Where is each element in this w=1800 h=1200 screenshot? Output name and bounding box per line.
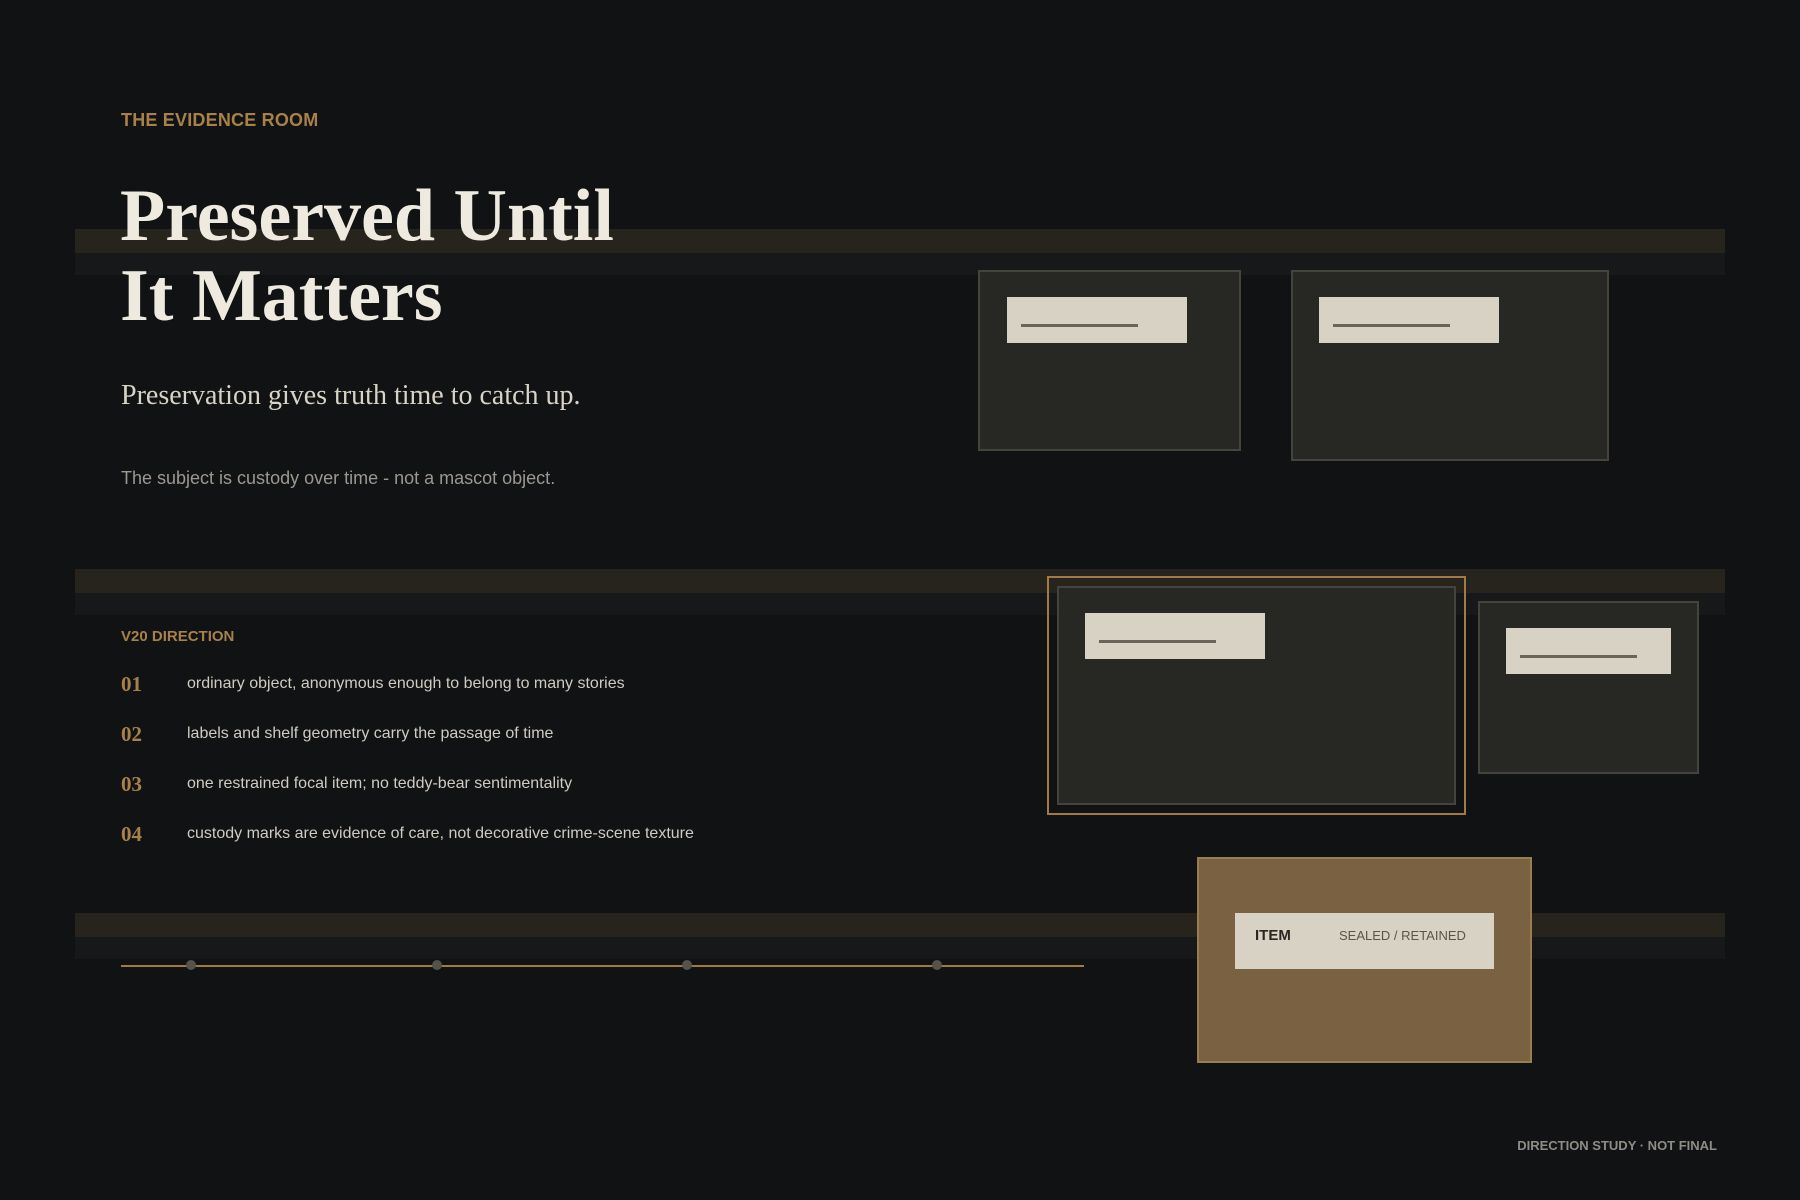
label-line <box>1099 640 1216 643</box>
direction-item-number: 03 <box>121 772 142 796</box>
page: THE EVIDENCE ROOM Preserved Until It Mat… <box>0 0 1800 1200</box>
box-label-blank <box>1319 297 1499 343</box>
timeline <box>121 960 1084 970</box>
evidence-tag: ITEM SEALED / RETAINED <box>1235 913 1494 969</box>
subject-note: The subject is custody over time - not a… <box>121 468 556 488</box>
box-label-blank <box>1506 628 1671 674</box>
footer-note: DIRECTION STUDY · NOT FINAL <box>1517 1138 1717 1153</box>
box-label-blank <box>1085 613 1265 659</box>
direction-label: V20 DIRECTION <box>121 628 235 645</box>
evidence-tag-item: ITEM <box>1255 927 1291 944</box>
page-title-line-2: It Matters <box>120 255 443 337</box>
shelf-box <box>1478 601 1699 774</box>
subtitle: Preservation gives truth time to catch u… <box>121 380 581 411</box>
direction-item-number: 02 <box>121 722 142 746</box>
direction-item-text: labels and shelf geometry carry the pass… <box>187 725 554 742</box>
label-line <box>1021 324 1138 327</box>
evidence-tag-status: SEALED / RETAINED <box>1339 928 1466 943</box>
timeline-marker <box>682 960 692 970</box>
focal-box <box>1057 586 1456 805</box>
label-line <box>1520 655 1637 658</box>
timeline-marker <box>186 960 196 970</box>
label-line <box>1333 324 1450 327</box>
direction-item-number: 04 <box>121 822 142 846</box>
evidence-card: ITEM SEALED / RETAINED <box>1197 857 1532 1063</box>
page-title-line-1: Preserved Until <box>120 175 614 257</box>
box-label-blank <box>1007 297 1187 343</box>
direction-item-text: custody marks are evidence of care, not … <box>187 825 694 842</box>
timeline-marker <box>932 960 942 970</box>
page-title: Preserved Until It Matters <box>120 176 614 336</box>
eyebrow-label: THE EVIDENCE ROOM <box>121 110 319 130</box>
direction-item-text: one restrained focal item; no teddy-bear… <box>187 775 573 792</box>
timeline-marker <box>432 960 442 970</box>
shelf-box <box>978 270 1241 451</box>
direction-item-text: ordinary object, anonymous enough to bel… <box>187 675 625 692</box>
shelf-box <box>1291 270 1609 461</box>
direction-item-number: 01 <box>121 672 142 696</box>
